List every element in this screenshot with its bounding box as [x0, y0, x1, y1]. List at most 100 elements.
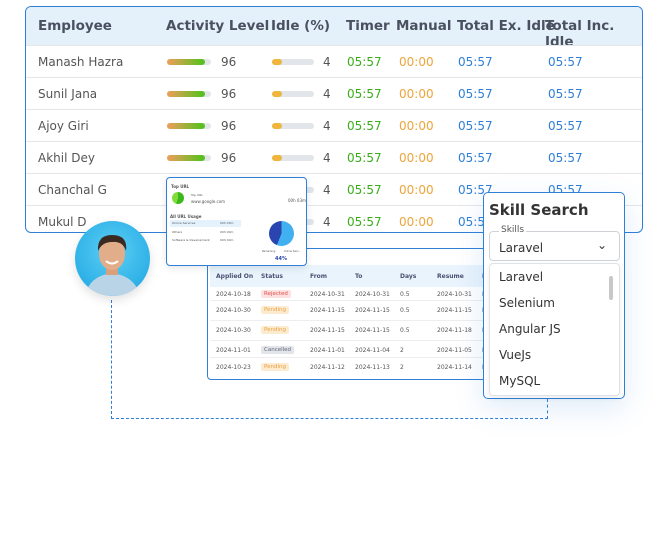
activity-level-bar — [167, 91, 211, 97]
header-manual[interactable]: Manual — [396, 18, 452, 34]
top-url-time: 00h 03m — [288, 198, 306, 203]
all-url-usage-title: All URL Usage — [170, 214, 202, 219]
manual-value: 00:00 — [399, 215, 434, 229]
status-badge: Rejected — [261, 290, 291, 298]
leave-cell-resume: 2024-11-15 — [437, 307, 472, 314]
total-inc-idle-value: 05:57 — [548, 151, 583, 165]
leave-header: Applied On — [216, 273, 254, 280]
scrollbar[interactable] — [609, 276, 613, 300]
total-ex-idle-value: 05:57 — [458, 87, 493, 101]
table-row[interactable]: Ajoy Giri 96 4 05:57 00:00 05:57 05:57 — [26, 109, 642, 141]
leave-cell-applied: 2024-10-18 — [216, 291, 251, 298]
leave-table: Applied OnStatusFromToDaysResumeL2024-10… — [207, 248, 497, 380]
header-total-ex-idle[interactable]: Total Ex. Idle — [457, 18, 555, 34]
idle-bar — [272, 91, 314, 97]
employee-name[interactable]: Sunil Jana — [38, 87, 97, 101]
url-item[interactable]: Software & Development — [172, 238, 210, 242]
leave-cell-to: 2024-11-04 — [355, 347, 390, 354]
leave-cell-applied: 2024-11-01 — [216, 347, 251, 354]
leave-cell-days: 0.5 — [400, 291, 410, 298]
employee-name[interactable]: Mukul D — [38, 215, 87, 229]
idle-value: 4 — [323, 183, 331, 197]
table-row[interactable]: Manash Hazra 96 4 05:57 00:00 05:57 05:5… — [26, 45, 642, 77]
idle-value: 4 — [323, 151, 331, 165]
person-photo-icon — [85, 235, 140, 296]
leave-cell-to: 2024-10-31 — [355, 291, 390, 298]
activity-level-bar — [167, 155, 211, 161]
skill-search-panel: Skill Search Skills Laravel ⌄ Laravel Se… — [483, 192, 625, 399]
leave-cell-days: 2 — [400, 364, 404, 371]
idle-value: 4 — [323, 215, 331, 229]
connector-line — [547, 399, 548, 419]
leave-cell-days: 0.5 — [400, 327, 410, 334]
status-badge: Pending — [261, 326, 289, 334]
activity-level-value: 96 — [221, 55, 237, 69]
url-item-time: 00h 03m — [220, 221, 234, 225]
skill-option[interactable]: VueJs — [499, 348, 531, 362]
employee-name[interactable]: Manash Hazra — [38, 55, 123, 69]
skills-selected-value: Laravel — [499, 241, 544, 255]
leave-cell-days: 2 — [400, 347, 404, 354]
activity-level-bar — [167, 59, 211, 65]
skills-select[interactable]: Skills Laravel ⌄ — [489, 225, 620, 261]
connector-line — [111, 418, 548, 419]
header-employee[interactable]: Employee — [38, 18, 112, 34]
skill-search-title: Skill Search — [489, 201, 589, 219]
header-timer[interactable]: Timer — [346, 18, 390, 34]
skill-option[interactable]: Selenium — [499, 296, 555, 310]
activity-level-value: 96 — [221, 151, 237, 165]
url-item[interactable]: Others — [172, 230, 182, 234]
top-url-pie-icon — [172, 192, 184, 204]
top-url-link[interactable]: www.google.com — [191, 199, 225, 204]
url-item[interactable]: Online Services — [172, 221, 195, 225]
leave-cell-days: 0.5 — [400, 307, 410, 314]
total-ex-idle-value: 05:57 — [458, 151, 493, 165]
manual-value: 00:00 — [399, 151, 434, 165]
manual-value: 00:00 — [399, 55, 434, 69]
timer-value: 05:57 — [347, 215, 382, 229]
timer-value: 05:57 — [347, 55, 382, 69]
timer-value: 05:57 — [347, 119, 382, 133]
table-header: Employee Activity Level Idle (%) Timer M… — [26, 7, 642, 50]
legend-remaining: Remaining — [262, 250, 276, 253]
leave-cell-resume: 2024-11-05 — [437, 347, 472, 354]
connector-line — [111, 300, 112, 419]
leave-cell-from: 2024-11-15 — [310, 307, 345, 314]
header-idle[interactable]: Idle (%) — [271, 18, 330, 34]
leave-cell-to: 2024-11-13 — [355, 364, 390, 371]
chevron-down-icon[interactable]: ⌄ — [597, 238, 607, 252]
url-usage-card: Top URL Top URL www.google.com 00h 03m A… — [166, 177, 307, 266]
timer-value: 05:57 — [347, 87, 382, 101]
avatar — [75, 221, 150, 296]
skill-option[interactable]: MySQL — [499, 374, 540, 388]
total-ex-idle-value: 05:57 — [458, 119, 493, 133]
leave-cell-from: 2024-11-12 — [310, 364, 345, 371]
idle-value: 4 — [323, 119, 331, 133]
skills-label: Skills — [499, 225, 527, 235]
leave-header: Days — [400, 273, 417, 280]
activity-level-bar — [167, 123, 211, 129]
table-row[interactable]: Sunil Jana 96 4 05:57 00:00 05:57 05:57 — [26, 77, 642, 109]
top-url-title: Top URL — [171, 184, 190, 189]
url-item-time: 00h 00m — [220, 230, 234, 234]
leave-cell-to: 2024-11-15 — [355, 327, 390, 334]
idle-bar — [272, 155, 314, 161]
idle-value: 4 — [323, 87, 331, 101]
table-row[interactable]: Akhil Dey 96 4 05:57 00:00 05:57 05:57 — [26, 141, 642, 173]
leave-cell-from: 2024-11-01 — [310, 347, 345, 354]
url-item-time: 00h 00m — [220, 238, 234, 242]
employee-name[interactable]: Akhil Dey — [38, 151, 95, 165]
total-inc-idle-value: 05:57 — [548, 55, 583, 69]
status-badge: Cancelled — [261, 346, 295, 354]
skill-option[interactable]: Angular JS — [499, 322, 561, 336]
skills-dropdown-list: Laravel Selenium Angular JS VueJs MySQL — [489, 263, 620, 396]
employee-name[interactable]: Ajoy Giri — [38, 119, 89, 133]
employee-name[interactable]: Chanchal G — [38, 183, 107, 197]
url-usage-pie-chart — [269, 221, 294, 246]
leave-header: Resume — [437, 273, 464, 280]
header-activity-level[interactable]: Activity Level — [166, 18, 269, 34]
leave-cell-resume: 2024-11-18 — [437, 327, 472, 334]
timer-value: 05:57 — [347, 151, 382, 165]
total-inc-idle-value: 05:57 — [548, 87, 583, 101]
skill-option[interactable]: Laravel — [499, 270, 543, 284]
